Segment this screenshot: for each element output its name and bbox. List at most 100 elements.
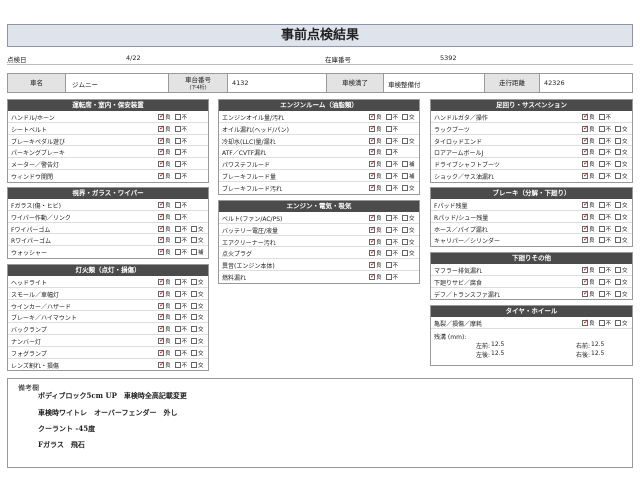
option-replace[interactable]: 交 [615, 202, 628, 209]
option-replace[interactable]: 交 [615, 225, 628, 233]
option-bad[interactable]: 不 [385, 125, 398, 133]
checkbox[interactable] [582, 318, 589, 326]
checkbox[interactable] [582, 136, 589, 144]
checkbox[interactable] [158, 147, 165, 156]
checkbox[interactable] [369, 237, 376, 245]
checkbox[interactable] [174, 361, 181, 368]
option-bad[interactable]: 不 [174, 290, 187, 298]
checkbox[interactable] [615, 267, 622, 273]
checkbox[interactable] [615, 320, 622, 326]
option-bad[interactable]: 不 [598, 161, 611, 168]
checkbox[interactable] [174, 137, 181, 144]
option-replace[interactable]: 交 [402, 137, 415, 145]
option-bad[interactable]: 不 [385, 273, 398, 281]
option-good[interactable]: 良 [158, 301, 171, 310]
option-good[interactable]: 良 [582, 147, 595, 156]
option-good[interactable]: 良 [158, 200, 171, 209]
option-replace[interactable]: 交 [191, 326, 204, 333]
option-bad[interactable]: 不 [385, 161, 398, 168]
checkbox[interactable] [598, 202, 605, 208]
option-replace[interactable]: 交 [191, 361, 204, 369]
checkbox[interactable] [615, 137, 622, 144]
checkbox[interactable] [615, 290, 622, 297]
option-bad[interactable]: 不 [385, 226, 398, 234]
checkbox[interactable] [615, 125, 622, 132]
option-good[interactable]: 良 [158, 348, 171, 357]
checkbox[interactable] [158, 289, 165, 297]
checkbox[interactable] [369, 183, 376, 191]
checkbox[interactable] [598, 225, 605, 232]
checkbox[interactable] [369, 272, 376, 280]
checkbox[interactable] [191, 237, 198, 244]
checkbox[interactable] [174, 202, 181, 208]
checkbox[interactable] [369, 260, 376, 269]
option-bad[interactable]: 不 [385, 238, 398, 246]
option-good[interactable]: 良 [582, 124, 595, 133]
checkbox[interactable] [598, 161, 605, 168]
checkbox[interactable] [385, 238, 392, 245]
option-bad[interactable]: 不 [598, 237, 611, 244]
option-replace[interactable]: 交 [615, 125, 628, 133]
checkbox[interactable] [158, 301, 165, 309]
option-good[interactable]: 良 [158, 112, 171, 121]
checkbox[interactable] [369, 136, 376, 144]
checkbox[interactable] [369, 112, 376, 120]
checkbox[interactable] [158, 360, 165, 368]
checkbox[interactable] [582, 289, 589, 297]
checkbox[interactable] [385, 273, 392, 280]
option-bad[interactable]: 不 [174, 225, 187, 233]
option-bad[interactable]: 不 [598, 225, 611, 233]
checkbox[interactable] [582, 112, 589, 120]
option-bad[interactable]: 不 [385, 172, 398, 180]
option-good[interactable]: 良 [582, 212, 595, 221]
checkbox[interactable] [158, 324, 165, 333]
checkbox[interactable] [191, 225, 198, 232]
option-bad[interactable]: 不 [174, 149, 187, 156]
checkbox[interactable] [402, 215, 409, 221]
checkbox[interactable] [191, 314, 198, 321]
checkbox[interactable] [158, 247, 165, 256]
checkbox[interactable] [582, 124, 589, 132]
checkbox[interactable] [402, 238, 409, 245]
option-replace[interactable]: 交 [615, 278, 628, 286]
option-replace[interactable]: 交 [402, 250, 415, 257]
checkbox[interactable] [615, 213, 622, 220]
option-replace[interactable]: 交 [615, 320, 628, 327]
checkbox[interactable] [385, 250, 392, 257]
checkbox[interactable] [369, 213, 376, 221]
option-replace[interactable]: 交 [402, 226, 415, 234]
option-good[interactable]: 良 [369, 248, 382, 257]
checkbox[interactable] [385, 215, 392, 221]
option-replace[interactable]: 交 [191, 279, 204, 286]
checkbox[interactable] [158, 212, 165, 220]
checkbox[interactable] [174, 114, 181, 120]
option-bad[interactable]: 不 [598, 278, 611, 286]
checkbox[interactable] [158, 277, 165, 285]
checkbox[interactable] [615, 278, 622, 285]
option-replace[interactable]: 交 [191, 225, 204, 233]
option-replace[interactable]: 交 [402, 114, 415, 121]
option-good[interactable]: 良 [158, 147, 171, 156]
option-refill[interactable]: 補 [402, 172, 415, 180]
checkbox[interactable] [385, 125, 392, 132]
option-bad[interactable]: 不 [385, 137, 398, 145]
checkbox[interactable] [158, 200, 165, 208]
option-good[interactable]: 良 [369, 225, 382, 234]
checkbox[interactable] [369, 248, 376, 257]
option-replace[interactable]: 交 [191, 302, 204, 310]
option-good[interactable]: 良 [582, 235, 595, 244]
checkbox[interactable] [158, 112, 165, 120]
option-good[interactable]: 良 [158, 324, 171, 333]
checkbox[interactable] [369, 171, 376, 179]
checkbox[interactable] [582, 265, 589, 273]
checkbox[interactable] [158, 159, 165, 168]
checkbox[interactable] [598, 290, 605, 297]
checkbox[interactable] [598, 320, 605, 326]
option-replace[interactable]: 交 [402, 215, 415, 222]
checkbox[interactable] [615, 225, 622, 232]
option-refill[interactable]: 補 [402, 161, 415, 168]
checkbox[interactable] [158, 312, 165, 321]
checkbox[interactable] [615, 202, 622, 208]
option-bad[interactable]: 不 [598, 137, 611, 145]
option-bad[interactable]: 不 [385, 184, 398, 192]
